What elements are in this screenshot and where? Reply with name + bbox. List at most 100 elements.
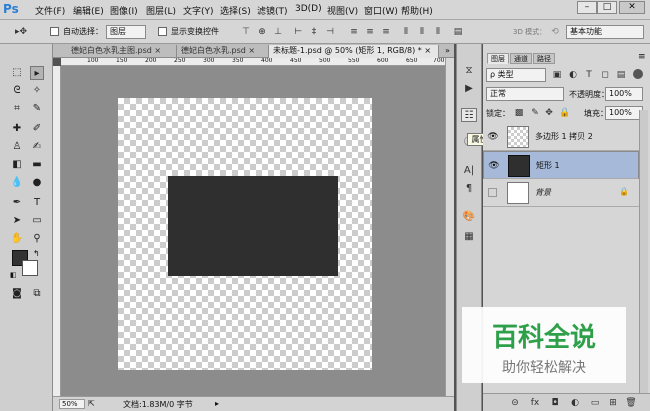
tab-paths[interactable]: 路径 [533,53,555,64]
align-hcenter-icon[interactable]: ‡ [308,26,320,38]
tab-layers[interactable]: 图层 [487,53,509,64]
lasso-tool-icon[interactable]: ᘓ [10,84,24,98]
hand-tool-icon[interactable]: ✋ [10,232,24,246]
move-tool-icon[interactable]: ▸ [30,66,44,80]
tab-close-icon[interactable]: × [248,46,255,55]
history-brush-icon[interactable]: ✍ [30,140,44,154]
move-tool-icon[interactable]: ▸✥ [10,26,32,38]
swap-colors-icon[interactable]: ↰ [33,249,43,259]
type-tool-icon[interactable]: T [30,196,44,210]
tab-doc-3[interactable]: 未标题-1.psd @ 50% (矩形 1, RGB/8) * × [269,45,439,58]
layer-row[interactable]: 背景 🔒 [483,179,639,207]
lock-all-icon[interactable]: 🔒 [559,107,571,119]
filter-smart-object-icon[interactable]: ▤ [615,69,627,81]
filter-adjustment-icon[interactable]: ◐ [567,69,579,81]
filter-toggle-icon[interactable] [633,69,643,79]
rectangle-tool-icon[interactable]: ▭ [30,214,44,228]
minimize-button[interactable]: – [577,1,597,14]
blur-tool-icon[interactable]: 💧 [10,176,24,190]
menu-select[interactable]: 选择(S) [220,4,251,17]
status-menu-arrow-icon[interactable]: ▸ [215,399,219,408]
menu-view[interactable]: 视图(V) [327,4,358,17]
trash-icon[interactable]: 🗑 [625,397,637,409]
screen-mode-icon[interactable]: ⧉ [30,287,44,301]
character-panel-icon[interactable]: A| [461,164,477,178]
show-transform-checkbox[interactable] [158,27,167,36]
pen-tool-icon[interactable]: ✒ [10,196,24,210]
3d-rotate-icon[interactable]: ⟲ [549,26,561,38]
distribute-left-icon[interactable]: ⦀ [400,26,412,38]
maximize-button[interactable]: □ [597,1,617,14]
history-panel-icon[interactable]: ⧖ [461,64,477,78]
align-right-icon[interactable]: ⊣ [324,26,336,38]
menu-image[interactable]: 图像(I) [110,4,138,17]
opacity-field[interactable]: 100% [605,87,643,101]
distribute-bottom-icon[interactable]: ≡ [380,26,392,38]
tab-channels[interactable]: 通道 [510,53,532,64]
fx-icon[interactable]: fx [529,397,541,409]
distribute-top-icon[interactable]: ≡ [348,26,360,38]
crop-tool-icon[interactable]: ⌗ [10,102,24,116]
layer-filter-dropdown[interactable]: ρ 类型 [486,68,546,82]
distribute-vcenter-icon[interactable]: ≡ [364,26,376,38]
menu-window[interactable]: 窗口(W) [364,4,398,17]
lock-position-icon[interactable]: ✥ [543,107,555,119]
grid-panel-icon[interactable]: ▦ [461,230,477,244]
layer-row-selected[interactable]: 👁 矩形 1 [483,151,639,179]
healing-brush-icon[interactable]: ✚ [10,122,24,136]
marquee-tool-icon[interactable]: ⬚ [10,66,24,80]
align-bottom-icon[interactable]: ⊥ [272,26,284,38]
visibility-eye-icon[interactable]: 👁 [487,131,499,143]
distribute-right-icon[interactable]: ⦀ [432,26,444,38]
auto-select-checkbox[interactable] [50,27,59,36]
swatches-panel-icon[interactable]: 🎨 [461,210,477,224]
menu-3d[interactable]: 3D(D) [295,4,322,14]
lock-transparency-icon[interactable]: ▩ [513,107,525,119]
gradient-tool-icon[interactable]: ▬ [30,158,44,172]
layers-scrollbar[interactable] [639,110,648,393]
distribute-hcenter-icon[interactable]: ⦀ [416,26,428,38]
menu-edit[interactable]: 编辑(E) [73,4,104,17]
tab-doc-2[interactable]: 德妃白色水乳.psd × [177,45,269,58]
properties-panel-icon[interactable]: ☷ [461,108,477,122]
blend-mode-dropdown[interactable]: 正常 [486,87,564,101]
tab-close-icon[interactable]: × [154,46,161,55]
visibility-off-box[interactable] [488,188,497,197]
menu-type[interactable]: 文字(Y) [183,4,214,17]
filter-pixel-icon[interactable]: ▣ [551,69,563,81]
filter-shape-icon[interactable]: ◻ [599,69,611,81]
fill-field[interactable]: 100% [605,106,643,120]
eyedropper-icon[interactable]: ✎ [30,102,44,116]
filter-type-icon[interactable]: T [583,69,595,81]
tab-close-icon[interactable]: × [424,46,431,55]
workspace-dropdown[interactable]: 基本功能 [566,25,644,39]
lock-pixels-icon[interactable]: ✎ [529,107,541,119]
tabs-overflow-icon[interactable]: » [445,46,450,55]
panel-menu-icon[interactable]: ≡ [638,52,646,62]
vertical-scrollbar[interactable] [445,58,454,396]
quick-mask-icon[interactable]: ◙ [10,287,24,301]
magic-wand-icon[interactable]: ✧ [30,84,44,98]
paragraph-panel-icon[interactable]: ¶ [461,182,477,196]
align-top-icon[interactable]: ⊤ [240,26,252,38]
menu-file[interactable]: 文件(F) [35,4,65,17]
visibility-eye-icon[interactable]: 👁 [488,160,500,172]
align-left-icon[interactable]: ⊢ [292,26,304,38]
new-group-icon[interactable]: ▭ [589,397,601,409]
new-layer-icon[interactable]: ⊞ [607,397,619,409]
path-selection-icon[interactable]: ➤ [10,214,24,228]
export-icon[interactable]: ⇱ [88,399,95,408]
menu-layer[interactable]: 图层(L) [146,4,176,17]
rectangle-shape-layer[interactable] [168,176,338,276]
zoom-tool-icon[interactable]: ⚲ [30,232,44,246]
actions-panel-icon[interactable]: ▶ [461,82,477,96]
link-layers-icon[interactable]: ⊝ [509,397,521,409]
close-button[interactable]: ✕ [619,1,645,14]
clone-stamp-icon[interactable]: ♙ [10,140,24,154]
default-colors-icon[interactable]: ◧ [10,270,20,280]
menu-filter[interactable]: 滤镜(T) [257,4,288,17]
dodge-tool-icon[interactable]: ● [30,176,44,190]
auto-align-icon[interactable]: ▤ [452,26,464,38]
brush-tool-icon[interactable]: ✐ [30,122,44,136]
zoom-level-field[interactable]: 50% [59,399,85,409]
